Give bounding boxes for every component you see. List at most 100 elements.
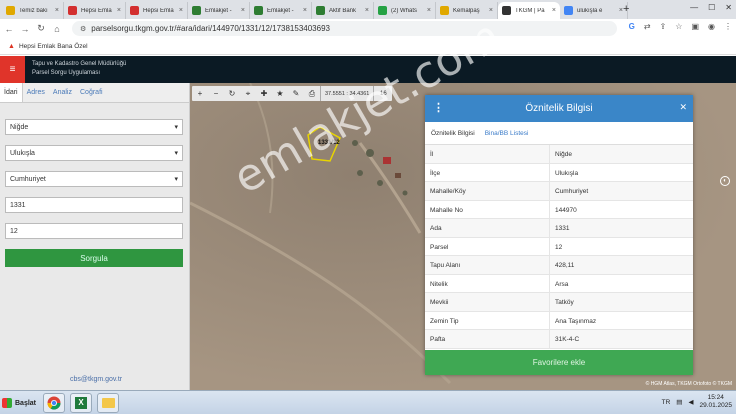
bookmark-hepsiemlak[interactable]: Hepsi Emlak Bana Özel	[19, 43, 88, 50]
building-marker	[383, 157, 391, 164]
il-value: Niğde	[10, 123, 29, 131]
close-tab-icon[interactable]: ×	[179, 7, 183, 14]
refresh-icon[interactable]: ↻	[224, 89, 240, 98]
language-indicator[interactable]: TR	[662, 399, 671, 406]
profile-icon[interactable]: ◉	[708, 22, 715, 31]
browser-tab[interactable]: (2) Whats ×	[374, 2, 436, 19]
close-tab-icon[interactable]: ×	[55, 7, 59, 14]
address-bar: ← → ↻ ⌂ ⚙ parselsorgu.tkgm.gov.tr/#ara/i…	[0, 19, 736, 38]
map-layers-icon[interactable]: ◐	[720, 176, 730, 186]
parsel-input[interactable]: 12	[5, 223, 183, 239]
network-icon[interactable]: ▤	[676, 398, 682, 406]
system-tray: TR ▤ ◀ 15:24 29.01.2025	[662, 394, 732, 410]
attribute-table: İl Niğde İlçe Ulukışla Mahalle/Köy Cumhuriyet…	[425, 145, 693, 349]
print-icon[interactable]: ⎙	[304, 89, 320, 99]
query-sidebar: İdari Adres Analiz Coğrafi Niğde ▾ Ulukı…	[0, 83, 190, 390]
tab-idari[interactable]: İdari	[0, 83, 23, 102]
close-tab-icon[interactable]: ×	[489, 7, 493, 14]
tab-title: Aktif Bank	[329, 7, 357, 14]
back-icon[interactable]: ←	[2, 24, 16, 34]
browser-tab[interactable]: Kemalpaş ×	[436, 2, 498, 19]
add-favorite-button[interactable]: Favorilere ekle	[425, 350, 693, 375]
browser-tab[interactable]: Aktif Bank ×	[312, 2, 374, 19]
measure-icon[interactable]: ✚	[256, 89, 272, 98]
contact-email-link[interactable]: cbs@tkgm.gov.tr	[70, 376, 122, 383]
translate-icon[interactable]: ⇄	[644, 22, 651, 31]
location-icon	[502, 6, 511, 15]
attribute-row: Nitelik Arsa	[425, 274, 693, 293]
tab-cografi[interactable]: Coğrafi	[76, 83, 107, 102]
whatsapp-icon	[378, 6, 387, 15]
location-icon[interactable]: ⌖	[240, 89, 256, 99]
tab-analiz[interactable]: Analiz	[49, 83, 76, 102]
bookmarks-bar: ▲ Hepsi Emlak Bana Özel	[0, 38, 736, 55]
maximize-button[interactable]: ☐	[708, 3, 715, 12]
close-icon[interactable]: ✕	[679, 102, 687, 113]
start-button[interactable]: Başlat	[2, 395, 36, 411]
url-text: parselsorgu.tkgm.gov.tr/#ara/idari/14497…	[91, 24, 330, 33]
share-icon[interactable]: ⇪	[660, 22, 667, 31]
emlakjet-icon	[316, 6, 325, 15]
browser-tab[interactable]: ulukışla e ×	[560, 2, 628, 19]
close-tab-icon[interactable]: ×	[303, 7, 307, 14]
attribute-row: Pafta 31K-4-C	[425, 330, 693, 349]
attribute-value: 31K-4-C	[555, 336, 580, 343]
taskbar-chrome[interactable]	[43, 393, 65, 413]
clock[interactable]: 15:24 29.01.2025	[699, 394, 732, 410]
browser-toolbar: G ⇄ ⇪ ☆ ▣ ◉ ⋮	[629, 22, 732, 31]
reload-icon[interactable]: ↻	[34, 23, 48, 34]
browser-tab[interactable]: Emlakjet - ×	[188, 2, 250, 19]
attribute-row: Mahalle/Köy Cumhuriyet	[425, 182, 693, 201]
close-tab-icon[interactable]: ×	[241, 7, 245, 14]
volume-icon[interactable]: ◀	[688, 398, 693, 406]
map-credit: © HGM Atlas, TKGM Ortofoto © TKGM	[645, 381, 732, 387]
tab-adres[interactable]: Adres	[23, 83, 49, 102]
taskbar-explorer[interactable]	[97, 393, 119, 413]
mahalle-value: Cumhuriyet	[10, 175, 46, 183]
attribute-key: Zemin Tip	[425, 311, 550, 329]
sorgula-button[interactable]: Sorgula	[5, 249, 183, 267]
hamburger-menu-icon[interactable]: ≡	[0, 56, 25, 83]
new-tab-button[interactable]: +	[623, 3, 629, 15]
browser-tab[interactable]: TKGM | Pa ×	[498, 2, 560, 19]
browser-tab[interactable]: Hepsi Emla ×	[64, 2, 126, 19]
close-tab-icon[interactable]: ×	[365, 7, 369, 14]
ada-input[interactable]: 1331	[5, 197, 183, 213]
attribute-value: Ana Taşınmaz	[555, 317, 597, 325]
site-info-icon[interactable]: ⚙	[80, 25, 86, 33]
bookmark-star-icon[interactable]: ☆	[675, 22, 682, 31]
windows-logo-icon	[2, 398, 12, 408]
tab-title: (2) Whats	[391, 7, 418, 14]
mahalle-select[interactable]: Cumhuriyet ▾	[5, 171, 183, 187]
panel-menu-icon[interactable]: ⋮	[433, 101, 444, 114]
attribute-key: Parsel	[425, 237, 550, 255]
browser-tab[interactable]: Emlakjet - ×	[250, 2, 312, 19]
ilce-select[interactable]: Ulukışla ▾	[5, 145, 183, 161]
attribute-panel: ⋮ Öznitelik Bilgisi ✕ Öznitelik Bilgisi …	[425, 95, 693, 375]
favorite-star-icon[interactable]: ★	[272, 89, 288, 98]
zoom-in-icon[interactable]: +	[192, 89, 208, 98]
windows-taskbar: Başlat X TR ▤ ◀ 15:24 29.01.2025	[0, 390, 736, 414]
attribute-key: Pafta	[425, 330, 550, 348]
url-input[interactable]: ⚙ parselsorgu.tkgm.gov.tr/#ara/idari/144…	[72, 21, 617, 36]
tab-bina-listesi[interactable]: Bina/BB Listesi	[485, 130, 529, 137]
minimize-button[interactable]: —	[690, 3, 698, 12]
zoom-out-icon[interactable]: −	[208, 89, 224, 98]
close-tab-icon[interactable]: ×	[552, 7, 556, 14]
taskbar-excel[interactable]: X	[70, 393, 92, 413]
browser-tab[interactable]: Temiz bakı ×	[2, 2, 64, 19]
il-select[interactable]: Niğde ▾	[5, 119, 183, 135]
draw-icon[interactable]: ✎	[288, 89, 304, 98]
close-tab-icon[interactable]: ×	[427, 7, 431, 14]
close-tab-icon[interactable]: ×	[117, 7, 121, 14]
home-icon[interactable]: ⌂	[50, 24, 64, 34]
attribute-row: Mahalle No 144970	[425, 200, 693, 219]
sidebar-icon[interactable]: ▣	[691, 22, 699, 31]
org-title: Tapu ve Kadastro Genel Müdürlüğü	[32, 61, 127, 67]
forward-icon[interactable]: →	[18, 24, 32, 34]
menu-icon[interactable]: ⋮	[724, 22, 732, 31]
close-window-button[interactable]: ✕	[725, 3, 732, 12]
google-icon[interactable]: G	[629, 22, 635, 31]
browser-tab[interactable]: Hepsi Emla ×	[126, 2, 188, 19]
tab-oznitelik[interactable]: Öznitelik Bilgisi	[431, 130, 475, 137]
